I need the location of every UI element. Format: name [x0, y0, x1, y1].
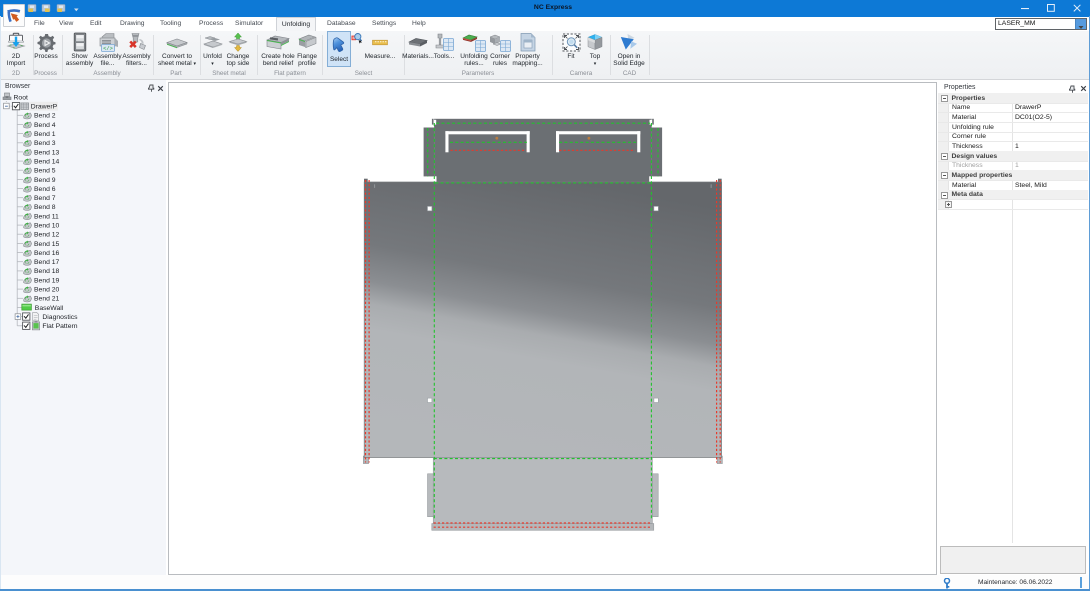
svg-text:Bend 9: Bend 9: [34, 177, 56, 184]
svg-text:Bend 14: Bend 14: [34, 159, 60, 166]
svg-text:Bend 21: Bend 21: [34, 296, 60, 303]
svg-text:Bend 10: Bend 10: [34, 223, 60, 230]
svg-text:Bend 17: Bend 17: [34, 259, 60, 266]
svg-text:Bend 7: Bend 7: [34, 195, 56, 202]
svg-text:DrawerP: DrawerP: [31, 104, 58, 111]
svg-text:Bend 16: Bend 16: [34, 250, 60, 257]
svg-text:Bend 3: Bend 3: [34, 140, 56, 147]
svg-text:Root: Root: [14, 94, 28, 101]
svg-text:Flat Pattern: Flat Pattern: [42, 323, 77, 330]
svg-text:Bend 8: Bend 8: [34, 204, 56, 211]
svg-text:Bend 19: Bend 19: [34, 277, 60, 284]
svg-text:Bend 6: Bend 6: [34, 186, 56, 193]
svg-text:Bend 13: Bend 13: [34, 149, 60, 156]
svg-text:Bend 12: Bend 12: [34, 232, 60, 239]
svg-text:Bend 20: Bend 20: [34, 287, 60, 294]
svg-text:Bend 18: Bend 18: [34, 268, 60, 275]
svg-text:Bend 4: Bend 4: [34, 122, 56, 129]
svg-text:Bend 15: Bend 15: [34, 241, 60, 248]
svg-text:Bend 11: Bend 11: [34, 213, 59, 220]
svg-text:Bend 2: Bend 2: [34, 113, 56, 120]
svg-text:BaseWall: BaseWall: [35, 305, 64, 312]
svg-text:Bend 5: Bend 5: [34, 168, 56, 175]
svg-text:Bend 1: Bend 1: [34, 131, 56, 138]
svg-text:Diagnostics: Diagnostics: [42, 314, 78, 321]
svg-text:</>: </>: [103, 46, 113, 52]
